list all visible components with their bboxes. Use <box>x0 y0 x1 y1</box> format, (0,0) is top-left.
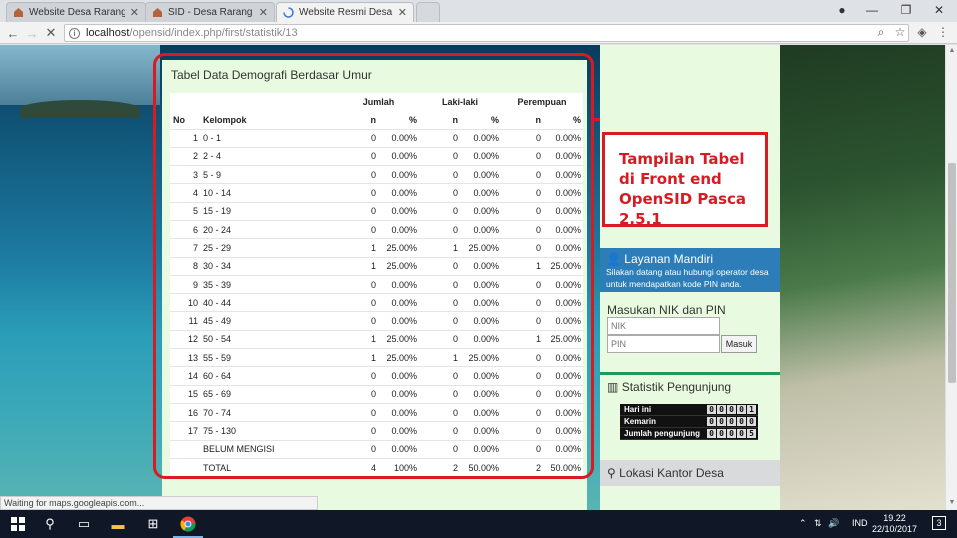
lokasi-widget: ⚲ Lokasi Kantor Desa <box>600 460 780 486</box>
counter-label: Jumlah pengunjung <box>624 429 700 438</box>
loading-spinner-icon <box>283 7 294 18</box>
store-icon[interactable]: ⊞ <box>143 514 163 534</box>
scroll-up-arrow-icon[interactable]: ▲ <box>946 45 957 57</box>
counter-digit: 5 <box>747 429 756 438</box>
language-indicator[interactable]: IND <box>852 518 868 528</box>
counter-row: Jumlah pengunjung 0 0 0 0 5 <box>620 428 758 440</box>
volume-icon[interactable]: 🔊 <box>828 518 839 529</box>
counter-row: Kemarin 0 0 0 0 0 <box>620 416 758 428</box>
close-window-button[interactable]: ✕ <box>922 0 956 20</box>
network-icon[interactable]: ⇅ <box>814 518 822 529</box>
restore-button[interactable]: ❐ <box>889 0 923 20</box>
extension-icon[interactable]: ◈ <box>914 24 930 40</box>
profile-icon[interactable]: ● <box>825 0 859 20</box>
browser-tab-2[interactable]: SID - Desa Rarang Selata ✕ <box>145 2 275 22</box>
url-host: localhost <box>86 27 130 39</box>
zoom-search-icon[interactable]: ⌕ <box>873 24 889 40</box>
counter-digit: 0 <box>727 429 736 438</box>
notification-icon[interactable]: 3 <box>932 516 946 530</box>
counter-digit: 0 <box>737 417 746 426</box>
login-title: Masukan NIK dan PIN <box>607 303 726 317</box>
map-pin-icon: ⚲ <box>607 466 616 480</box>
visitor-counter: Hari ini 0 0 0 0 1 Kemarin 0 0 0 0 0 Jumlah pengunju… <box>620 404 758 440</box>
browser-tab-3[interactable]: Website Resmi Desa Rara ✕ <box>276 2 414 22</box>
house-favicon-icon <box>14 8 23 17</box>
address-bar[interactable]: i localhost/opensid/index.php/first/stat… <box>64 24 909 42</box>
tray-chevron-icon[interactable]: ⌃ <box>799 518 807 529</box>
windows-taskbar: ⚲ ▭ ▬ ⊞ ⌃ ⇅ 🔊 IND 19.22 22/10/2017 3 <box>0 510 957 538</box>
site-info-icon[interactable]: i <box>69 27 80 39</box>
background-shore <box>775 45 945 510</box>
layanan-description: Silakan datang atau hubungi operator des… <box>606 267 769 289</box>
minimize-button[interactable]: — <box>855 0 889 20</box>
stop-loading-icon[interactable]: ✕ <box>42 24 60 42</box>
counter-digit: 0 <box>747 417 756 426</box>
browser-tab-bar: Website Desa Rarang Sel ✕ SID - Desa Rar… <box>0 0 957 22</box>
clock-date: 22/10/2017 <box>871 524 917 534</box>
counter-label: Kemarin <box>624 417 657 426</box>
system-clock[interactable]: 19.22 22/10/2017 <box>872 513 917 535</box>
page-viewport: Tabel Data Demografi Berdasar Umur Jumla… <box>0 45 945 510</box>
close-tab-icon[interactable]: ✕ <box>398 6 407 19</box>
chrome-menu-icon[interactable]: ⋮ <box>935 24 951 40</box>
counter-digit: 0 <box>737 429 746 438</box>
windows-start-icon[interactable] <box>8 514 28 534</box>
bookmark-star-icon[interactable]: ☆ <box>892 24 908 40</box>
counter-digit: 0 <box>727 417 736 426</box>
counter-digit: 0 <box>707 417 716 426</box>
counter-label: Hari ini <box>624 405 652 414</box>
bar-chart-icon: ▥ <box>607 380 619 394</box>
page-scrollbar[interactable]: ▲ ▼ <box>945 45 957 510</box>
tab-title: Website Resmi Desa Rara <box>299 7 393 18</box>
lokasi-title: Lokasi Kantor Desa <box>619 466 724 480</box>
counter-digit: 1 <box>747 405 756 414</box>
annotation-highlight-box <box>153 53 594 479</box>
layanan-mandiri-widget: 👤 Layanan Mandiri Silakan datang atau hu… <box>600 248 780 292</box>
statistik-title-text: Statistik Pengunjung <box>621 380 732 394</box>
counter-digit: 0 <box>707 405 716 414</box>
url-path: /opensid/index.php/first/statistik/13 <box>129 27 298 39</box>
annotation-note: Tampilan Tabel di Front end OpenSID Pasc… <box>602 132 768 228</box>
browser-toolbar: ← → ✕ i localhost/opensid/index.php/firs… <box>0 22 957 44</box>
scroll-down-arrow-icon[interactable]: ▼ <box>946 497 957 509</box>
counter-digit: 0 <box>737 405 746 414</box>
counter-digit: 0 <box>707 429 716 438</box>
counter-digits: 00000 <box>707 417 756 426</box>
user-icon: 👤 <box>606 252 621 266</box>
right-sidebar: 👤 Layanan Mandiri Silakan datang atau hu… <box>600 45 780 510</box>
close-tab-icon[interactable]: ✕ <box>259 6 268 19</box>
counter-digit: 0 <box>717 429 726 438</box>
file-explorer-icon[interactable]: ▬ <box>108 514 128 534</box>
counter-digits: 00005 <box>707 429 756 438</box>
browser-tab-1[interactable]: Website Desa Rarang Sel ✕ <box>6 2 146 22</box>
forward-arrow-icon[interactable]: → <box>23 24 41 42</box>
statistik-divider <box>600 372 780 375</box>
chrome-taskbar-icon[interactable] <box>178 514 198 534</box>
background-sky <box>0 45 160 105</box>
counter-row: Hari ini 0 0 0 0 1 <box>620 404 758 416</box>
pin-input[interactable] <box>607 335 720 353</box>
counter-digit: 0 <box>727 405 736 414</box>
counter-digit: 0 <box>717 405 726 414</box>
tab-title: Website Desa Rarang Sel <box>29 7 125 18</box>
counter-digit: 0 <box>717 417 726 426</box>
task-view-icon[interactable]: ▭ <box>74 514 94 534</box>
annotation-text: Tampilan Tabel di Front end OpenSID Pasc… <box>619 150 747 228</box>
clock-time: 19.22 <box>883 513 906 523</box>
status-bubble: Waiting for maps.googleapis.com... <box>0 496 318 510</box>
back-arrow-icon[interactable]: ← <box>4 24 22 42</box>
close-tab-icon[interactable]: ✕ <box>130 6 139 19</box>
nik-input[interactable] <box>607 317 720 335</box>
scroll-thumb[interactable] <box>948 163 956 383</box>
new-tab-button[interactable] <box>416 2 440 22</box>
masuk-button[interactable]: Masuk <box>721 335 757 353</box>
search-icon[interactable]: ⚲ <box>40 514 60 534</box>
statistik-widget-title: ▥ Statistik Pengunjung <box>607 380 731 394</box>
layanan-title: Layanan Mandiri <box>624 252 714 266</box>
tab-title: SID - Desa Rarang Selata <box>168 7 254 18</box>
counter-digits: 00001 <box>707 405 756 414</box>
house-favicon-icon <box>153 8 162 17</box>
background-island <box>20 100 140 118</box>
